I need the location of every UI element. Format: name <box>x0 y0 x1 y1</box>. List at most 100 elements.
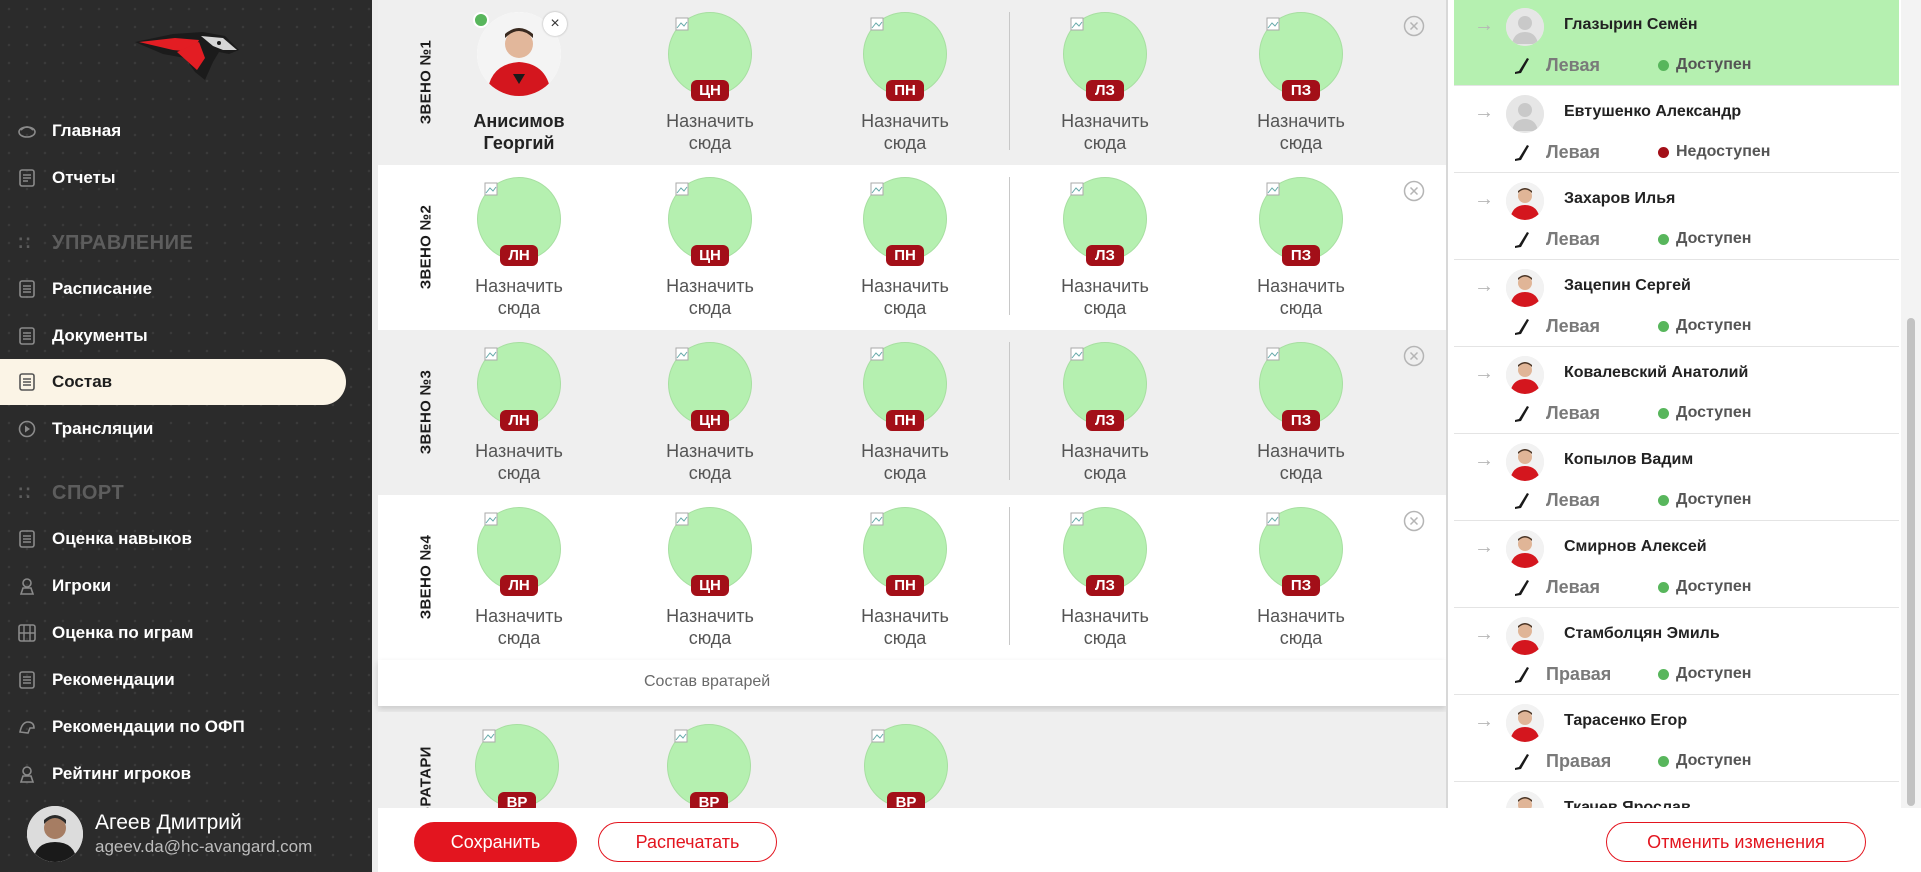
player-name: Ковалевский Анатолий <box>1564 364 1749 381</box>
player-list-item[interactable]: → Евтушенко Александр Левая Недоступен <box>1454 87 1899 173</box>
slot-goalie[interactable]: ВР <box>634 724 784 813</box>
move-arrow-icon[interactable]: → <box>1474 710 1494 733</box>
empty-slot-circle: ЦН <box>668 12 752 101</box>
goalies-section-header[interactable]: Состав вратарей <box>378 660 1446 706</box>
avangard-logo[interactable] <box>133 28 241 86</box>
move-arrow-icon[interactable]: → <box>1474 188 1494 211</box>
clear-line-icon[interactable] <box>1403 345 1425 367</box>
slot-rd[interactable]: ПЗ Назначить сюда <box>1226 177 1376 319</box>
slot-lw[interactable]: ЛН Назначить сюда <box>444 342 594 484</box>
broken-image-icon <box>870 512 884 526</box>
slot-ld[interactable]: ЛЗ Назначить сюда <box>1030 12 1180 154</box>
slot-c[interactable]: ЦН Назначить сюда <box>635 342 785 484</box>
slot-ld[interactable]: ЛЗ Назначить сюда <box>1030 177 1180 319</box>
play-icon <box>18 420 36 438</box>
assign-here-text: Назначить сюда <box>861 111 949 153</box>
move-arrow-icon[interactable]: → <box>1474 14 1494 37</box>
slot-lw[interactable]: ЛН Назначить сюда <box>444 507 594 649</box>
slot-ld[interactable]: ЛЗ Назначить сюда <box>1030 342 1180 484</box>
broken-image-icon <box>482 729 496 743</box>
sidebar-item-broadcasts[interactable]: Трансляции <box>0 406 346 452</box>
clear-line-icon[interactable] <box>1403 510 1425 532</box>
sidebar-item-home[interactable]: Главная <box>0 108 346 154</box>
empty-slot-circle: ЛЗ <box>1063 342 1147 431</box>
assign-here-text: Назначить сюда <box>666 441 754 483</box>
sidebar-item-rating[interactable]: Рейтинг игроков <box>0 751 346 797</box>
empty-slot-circle: ПН <box>863 507 947 596</box>
slot-ld[interactable]: ЛЗ Назначить сюда <box>1030 507 1180 649</box>
slot-rw[interactable]: ПН Назначить сюда <box>830 507 980 649</box>
slot-lw[interactable]: ЛН Назначить сюда <box>444 177 594 319</box>
stick-hand: Левая <box>1546 577 1600 597</box>
slot-lw-assigned[interactable]: × Анисимов Георгий <box>444 12 594 154</box>
slot-rw[interactable]: ПН Назначить сюда <box>830 12 980 154</box>
scrollbar-thumb[interactable] <box>1907 318 1915 806</box>
slot-rw[interactable]: ПН Назначить сюда <box>830 342 980 484</box>
move-arrow-icon[interactable]: → <box>1474 797 1494 808</box>
player-name: Анисимов Георгий <box>444 110 594 154</box>
player-list-item[interactable]: → Тарасенко Егор Правая Доступен <box>1454 696 1899 782</box>
stick-hand: Правая <box>1546 751 1612 771</box>
position-badge: ЦН <box>691 410 729 431</box>
section-label: СПОРТ <box>52 481 125 504</box>
move-arrow-icon[interactable]: → <box>1474 101 1494 124</box>
move-arrow-icon[interactable]: → <box>1474 449 1494 472</box>
defense-divider <box>1009 342 1010 480</box>
sidebar-item-documents[interactable]: Документы <box>0 313 346 359</box>
move-arrow-icon[interactable]: → <box>1474 275 1494 298</box>
clear-line-icon[interactable] <box>1403 15 1425 37</box>
slot-rd[interactable]: ПЗ Назначить сюда <box>1226 507 1376 649</box>
print-button[interactable]: Распечатать <box>598 822 777 862</box>
position-badge: ЛН <box>500 245 538 266</box>
player-list-item[interactable]: → Стамболцян Эмиль Правая Доступен <box>1454 609 1899 695</box>
sidebar-item-games-rating[interactable]: Оценка по играм <box>0 610 346 656</box>
hockey-stick-icon <box>1515 667 1529 683</box>
sidebar-item-schedule[interactable]: Расписание <box>0 266 346 312</box>
slot-c[interactable]: ЦН Назначить сюда <box>635 177 785 319</box>
sidebar-item-skills[interactable]: Оценка навыков <box>0 516 346 562</box>
sidebar-item-label: Состав <box>52 372 113 391</box>
player-avatar <box>1506 95 1544 133</box>
position-badge: ЛЗ <box>1086 80 1124 101</box>
slot-c[interactable]: ЦН Назначить сюда <box>635 507 785 649</box>
player-list-item[interactable]: → Захаров Илья Левая Доступен <box>1454 174 1899 260</box>
move-arrow-icon[interactable]: → <box>1474 362 1494 385</box>
empty-slot-circle: ПЗ <box>1259 177 1343 266</box>
slot-rd[interactable]: ПЗ Назначить сюда <box>1226 342 1376 484</box>
slot-c[interactable]: ЦН Назначить сюда <box>635 12 785 154</box>
status-badge: Доступен <box>1676 665 1752 682</box>
user-profile[interactable]: Агеев Дмитрий ageev.da@hc-avangard.com <box>27 806 312 862</box>
move-arrow-icon[interactable]: → <box>1474 536 1494 559</box>
schedule-icon <box>18 280 36 298</box>
position-badge: ЛЗ <box>1086 410 1124 431</box>
slot-goalie[interactable]: ВР <box>831 724 981 813</box>
player-list-item[interactable]: → Зацепин Сергей Левая Доступен <box>1454 261 1899 347</box>
sidebar-item-recommendations[interactable]: Рекомендации <box>0 657 346 703</box>
slot-goalie[interactable]: ВР <box>442 724 592 813</box>
remove-player-button[interactable]: × <box>543 12 567 36</box>
save-button[interactable]: Сохранить <box>414 822 577 862</box>
sidebar-item-roster[interactable]: Состав <box>0 359 346 405</box>
assign-here-text: Назначить сюда <box>475 441 563 483</box>
player-list-item[interactable]: → Ткачев Ярослав <box>1454 783 1899 808</box>
sidebar-item-players[interactable]: Игроки <box>0 563 346 609</box>
player-list-item[interactable]: → Копылов Вадим Левая Доступен <box>1454 435 1899 521</box>
player-avatar <box>1506 704 1544 742</box>
sidebar-item-fitness[interactable]: Рекомендации по ОФП <box>0 704 346 750</box>
sidebar-item-reports[interactable]: Отчеты <box>0 155 346 201</box>
clear-line-icon[interactable] <box>1403 180 1425 202</box>
cancel-changes-button[interactable]: Отменить изменения <box>1606 822 1866 862</box>
defense-divider <box>1009 12 1010 150</box>
slot-rw[interactable]: ПН Назначить сюда <box>830 177 980 319</box>
move-arrow-icon[interactable]: → <box>1474 623 1494 646</box>
player-list-item[interactable]: → Ковалевский Анатолий Левая Доступен <box>1454 348 1899 434</box>
broken-image-icon <box>870 347 884 361</box>
hockey-stick-icon <box>1515 406 1529 422</box>
player-list-item[interactable]: → Смирнов Алексей Левая Доступен <box>1454 522 1899 608</box>
section-management: ⁚⁚ УПРАВЛЕНИЕ <box>18 228 193 258</box>
empty-slot-circle: ЛН <box>477 177 561 266</box>
player-list-item[interactable]: → Глазырин Семён Левая Доступен <box>1454 0 1899 86</box>
player-name: Захаров Илья <box>1564 190 1676 207</box>
slot-rd[interactable]: ПЗ Назначить сюда <box>1226 12 1376 154</box>
scrollbar[interactable] <box>1901 0 1921 808</box>
